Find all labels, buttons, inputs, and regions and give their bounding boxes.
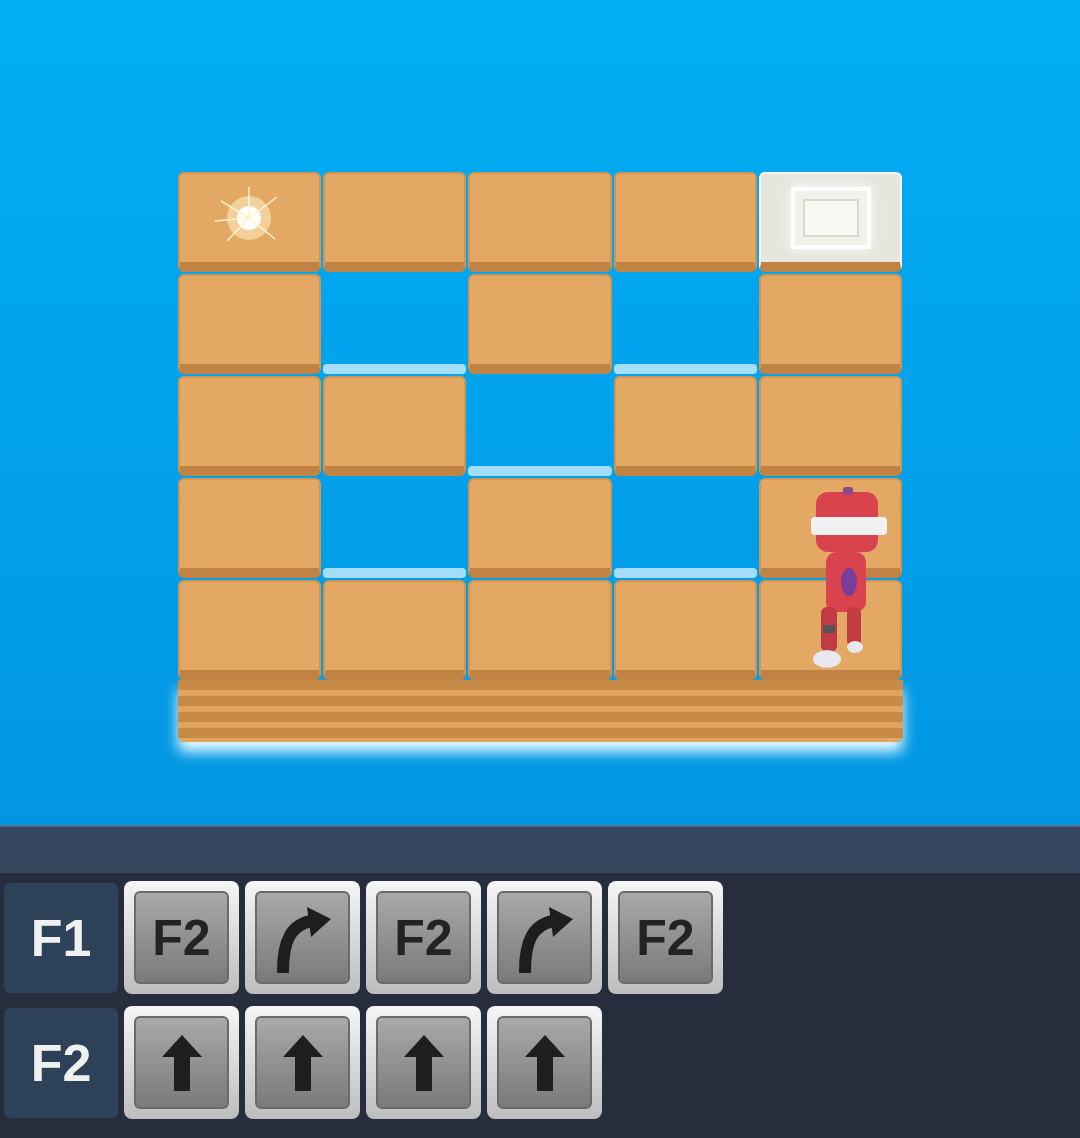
command-tile[interactable]: F2 (608, 881, 723, 994)
goal-tile (178, 172, 321, 272)
board-tile (468, 172, 611, 272)
lit-square-icon (791, 187, 871, 249)
board-hole (614, 478, 757, 578)
board-tile (468, 478, 611, 578)
board-tile (323, 580, 466, 680)
board-edge (178, 680, 903, 742)
board (178, 172, 903, 825)
forward-arrow-icon (523, 1033, 567, 1093)
function-label: F2 (4, 1008, 118, 1118)
command-tile[interactable] (124, 1006, 239, 1119)
function-label: F1 (4, 883, 118, 993)
forward-arrow-icon (160, 1033, 204, 1093)
command-tile[interactable] (245, 1006, 360, 1119)
board-area (0, 0, 1080, 825)
call-label: F2 (636, 913, 694, 963)
board-tile (323, 376, 466, 476)
board-hole (323, 478, 466, 578)
board-tile (759, 376, 902, 476)
board-tile (614, 172, 757, 272)
command-tile[interactable] (245, 881, 360, 994)
forward-arrow-icon (281, 1033, 325, 1093)
board-tile (614, 580, 757, 680)
program-panel: F1 F2 F2 F2 F2 (0, 825, 1080, 1138)
turn-right-icon (273, 903, 333, 973)
command-tile[interactable]: F2 (366, 881, 481, 994)
board-tile (468, 580, 611, 680)
call-label: F2 (394, 913, 452, 963)
board-tile (759, 580, 902, 680)
command-tile[interactable] (487, 1006, 602, 1119)
lit-tile (759, 172, 902, 272)
board-hole (323, 274, 466, 374)
board-tile (323, 172, 466, 272)
command-tile[interactable] (366, 1006, 481, 1119)
board-tile (178, 376, 321, 476)
spark-icon (209, 183, 289, 253)
board-tile (178, 274, 321, 374)
game-screen: F1 F2 F2 F2 F2 (0, 0, 1080, 1138)
forward-arrow-icon (402, 1033, 446, 1093)
board-hole (468, 376, 611, 476)
board-tile (178, 478, 321, 578)
function-row: F1 F2 F2 F2 (4, 881, 1076, 994)
command-tile[interactable] (487, 881, 602, 994)
function-row: F2 (4, 1006, 1076, 1119)
board-tile (614, 376, 757, 476)
command-tile[interactable]: F2 (124, 881, 239, 994)
board-hole (614, 274, 757, 374)
call-label: F2 (152, 913, 210, 963)
turn-right-icon (515, 903, 575, 973)
board-tile (468, 274, 611, 374)
board-tile (759, 274, 902, 374)
robot-icon (791, 487, 891, 677)
board-tile (178, 580, 321, 680)
